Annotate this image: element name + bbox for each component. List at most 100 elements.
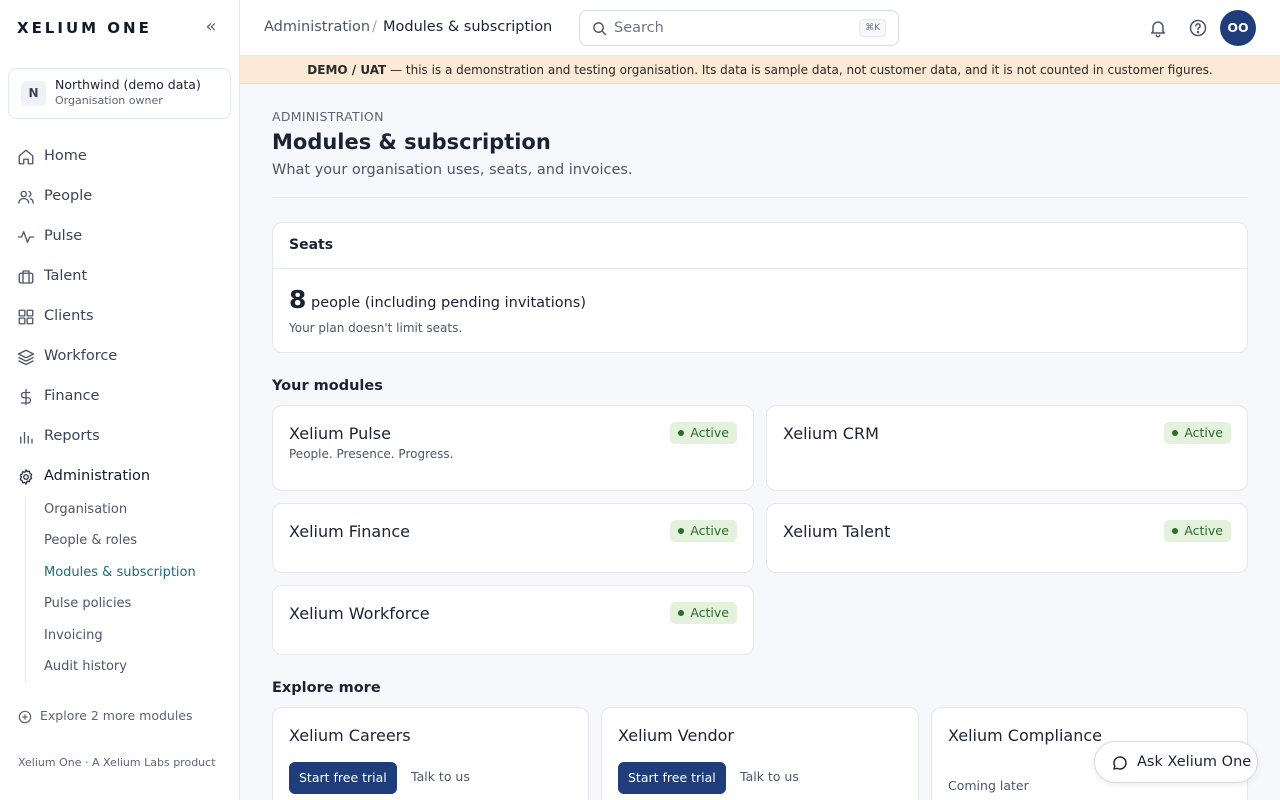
start-trial-button[interactable]: Start free trial <box>289 762 397 794</box>
module-name: Xelium Pulse <box>289 424 391 443</box>
subnav-item-people-roles[interactable]: People & roles <box>44 533 137 548</box>
status-label: Active <box>1184 425 1223 440</box>
briefcase-icon <box>17 268 35 286</box>
seats-note: Your plan doesn't limit seats. <box>289 321 463 335</box>
nav-label: Administration <box>44 468 151 484</box>
plus-circle-icon <box>18 709 32 724</box>
nav-label: Home <box>44 148 87 164</box>
status-label: Active <box>1184 523 1223 538</box>
status-badge: Active <box>670 520 737 542</box>
seats-count: 8 <box>289 285 307 314</box>
explore-modules-label: Explore 2 more modules <box>40 708 193 723</box>
org-role: Organisation owner <box>55 94 163 107</box>
status-badge: Active <box>670 422 737 444</box>
nav-item-talent[interactable]: Talent <box>8 260 231 294</box>
home-icon <box>17 148 35 166</box>
nav-label: Talent <box>44 268 88 284</box>
module-card-talent[interactable]: Xelium Talent Active <box>766 503 1248 573</box>
org-name: Northwind (demo data) <box>55 77 201 92</box>
module-card-finance[interactable]: Xelium Finance Active <box>272 503 754 573</box>
status-badge: Active <box>670 602 737 624</box>
nav-item-workforce[interactable]: Workforce <box>8 340 231 374</box>
module-card-workforce[interactable]: Xelium Workforce Active <box>272 585 754 655</box>
help-icon[interactable] <box>1188 18 1208 38</box>
gear-icon <box>17 468 35 486</box>
sidebar-footer-note: Xelium One · A Xelium Labs product <box>18 756 216 769</box>
subnav-item-pulse-policies[interactable]: Pulse policies <box>44 596 131 611</box>
module-card-pulse[interactable]: Xelium Pulse People. Presence. Progress.… <box>272 405 754 491</box>
talk-to-us-link[interactable]: Talk to us <box>411 769 470 784</box>
layers-icon <box>17 348 35 366</box>
module-name: Xelium Compliance <box>948 726 1102 745</box>
chat-icon <box>1112 755 1128 771</box>
nav-label: Clients <box>44 308 94 324</box>
status-label: Active <box>690 605 729 620</box>
status-label: Active <box>690 523 729 538</box>
module-name: Xelium Talent <box>783 522 891 541</box>
module-card-crm[interactable]: Xelium CRM Active <box>766 405 1248 491</box>
collapse-sidebar-button[interactable]: « <box>202 17 220 37</box>
module-name: Xelium Finance <box>289 522 410 541</box>
nav-label: Finance <box>44 388 100 404</box>
status-badge: Active <box>1164 422 1231 444</box>
status-dot <box>678 430 685 436</box>
search-shortcut: ⌘K <box>859 19 886 37</box>
nav-item-home[interactable]: Home <box>8 140 231 174</box>
nav-item-finance[interactable]: Finance <box>8 380 231 414</box>
bar-chart-icon <box>17 428 35 446</box>
ask-assistant-button[interactable]: Ask Xelium One <box>1094 741 1258 783</box>
status-dot <box>1172 430 1179 436</box>
subnav-item-modules-subscription[interactable]: Modules & subscription <box>44 565 196 580</box>
page-subtitle: What your organisation uses, seats, and … <box>272 162 633 178</box>
demo-banner: DEMO / UAT — this is a demonstration and… <box>240 56 1280 84</box>
pulse-icon <box>17 228 35 246</box>
your-modules-heading: Your modules <box>272 378 383 394</box>
nav-label: Pulse <box>44 228 83 244</box>
seats-card-title: Seats <box>289 237 334 253</box>
module-name: Xelium Careers <box>289 726 411 745</box>
nav-label: People <box>44 188 93 204</box>
brand-logo: XELIUM ONE <box>17 19 152 37</box>
status-badge: Active <box>1164 520 1231 542</box>
seats-card: Seats 8 people (including pending invita… <box>272 222 1248 353</box>
talk-to-us-link[interactable]: Talk to us <box>740 769 799 784</box>
module-name: Xelium Workforce <box>289 604 430 623</box>
org-switcher[interactable]: N Northwind (demo data) Organisation own… <box>8 68 231 119</box>
bell-icon[interactable] <box>1148 18 1168 38</box>
explore-card-careers: Xelium Careers Start free trial Talk to … <box>272 707 589 800</box>
subnav-item-organisation[interactable]: Organisation <box>44 502 127 517</box>
seats-card-header: Seats <box>273 223 1247 269</box>
topbar: Administration / Modules & subscription … <box>240 0 1280 56</box>
coming-later-label: Coming later <box>948 778 1029 793</box>
nav-item-pulse[interactable]: Pulse <box>8 220 231 254</box>
module-name: Xelium CRM <box>783 424 879 443</box>
status-dot <box>1172 528 1179 534</box>
status-dot <box>678 610 685 616</box>
start-trial-button[interactable]: Start free trial <box>618 762 726 794</box>
breadcrumb-administration[interactable]: Administration <box>264 19 370 35</box>
ask-assistant-label: Ask Xelium One <box>1137 754 1252 770</box>
nav-item-reports[interactable]: Reports <box>8 420 231 454</box>
explore-card-vendor: Xelium Vendor Start free trial Talk to u… <box>601 707 919 800</box>
nav-item-administration[interactable]: Administration <box>8 460 231 494</box>
explore-more-heading: Explore more <box>272 680 381 696</box>
search-input[interactable]: Search ⌘K <box>579 10 899 46</box>
breadcrumb-current: Modules & subscription <box>383 19 553 35</box>
subnav-item-audit-history[interactable]: Audit history <box>44 659 127 674</box>
status-label: Active <box>690 425 729 440</box>
seats-count-label: people (including pending invitations) <box>311 295 586 311</box>
nav-label: Workforce <box>44 348 118 364</box>
grid-icon <box>17 308 35 326</box>
demo-banner-text: DEMO / UAT — this is a demonstration and… <box>240 63 1280 77</box>
brand-row: XELIUM ONE « <box>0 0 240 56</box>
nav-item-clients[interactable]: Clients <box>8 300 231 334</box>
status-dot <box>678 528 685 534</box>
demo-banner-body: — this is a demonstration and testing or… <box>386 63 1213 77</box>
subnav-item-invoicing[interactable]: Invoicing <box>44 628 103 643</box>
user-avatar[interactable]: OO <box>1220 10 1256 46</box>
org-avatar: N <box>21 81 46 106</box>
search-icon <box>592 21 607 36</box>
sidebar: XELIUM ONE « N Northwind (demo data) Org… <box>0 0 240 800</box>
nav-item-people[interactable]: People <box>8 180 231 214</box>
demo-banner-strong: DEMO / UAT <box>307 63 387 77</box>
